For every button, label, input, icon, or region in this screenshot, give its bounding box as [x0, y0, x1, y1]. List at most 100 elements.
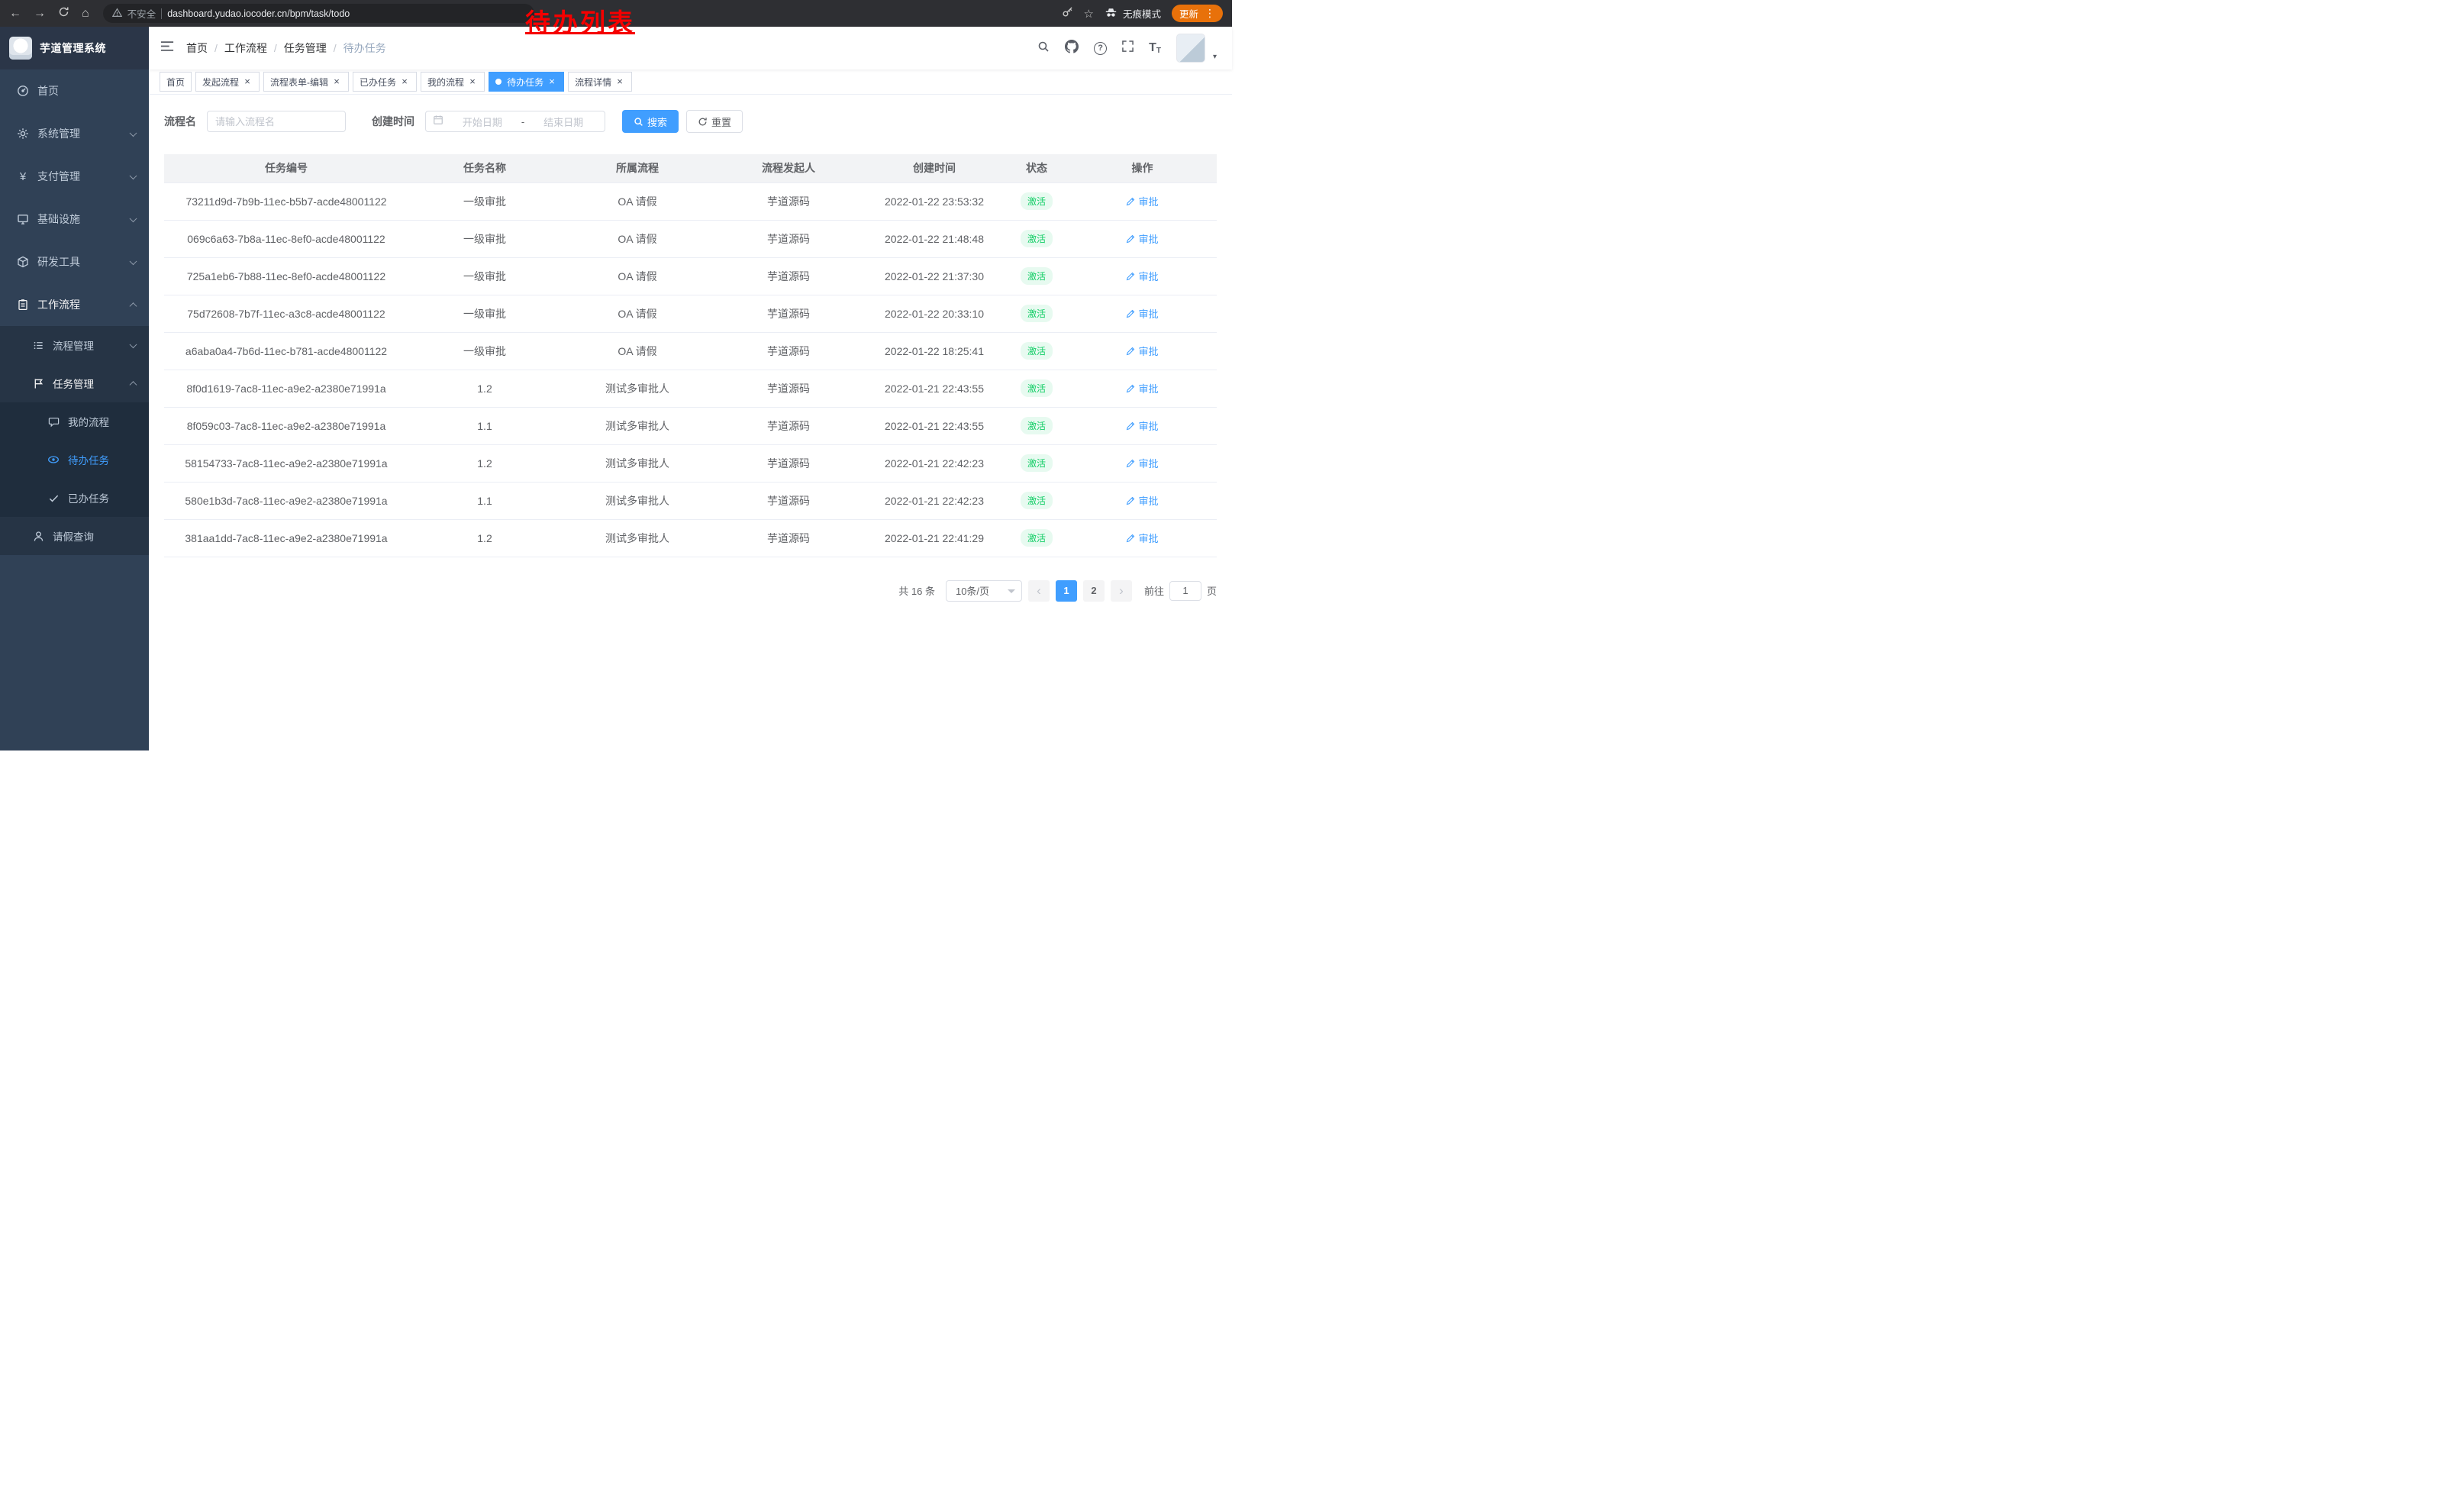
breadcrumb-current: 待办任务: [343, 40, 386, 56]
github-icon[interactable]: [1065, 40, 1079, 57]
incognito-badge: 无痕模式: [1105, 6, 1161, 21]
tab-label: 已办任务: [360, 76, 396, 89]
next-page-button[interactable]: [1111, 580, 1132, 602]
search-icon[interactable]: [1037, 40, 1050, 56]
cell-process: OA 请假: [561, 257, 714, 295]
chevron-down-icon: [130, 172, 137, 179]
sidebar-collapse-icon[interactable]: [160, 40, 174, 56]
cell-actions: 审批: [1068, 482, 1217, 519]
sidebar-item-my-processes[interactable]: 我的流程: [0, 402, 149, 441]
sidebar-item-task-mgmt[interactable]: 任务管理: [0, 364, 149, 402]
tab-form-editor[interactable]: 流程表单-编辑: [263, 72, 349, 92]
task-table-body: 73211d9d-7b9b-11ec-b5b7-acde48001122 一级审…: [164, 182, 1217, 557]
cell-actions: 审批: [1068, 220, 1217, 257]
table-row: 069c6a63-7b8a-11ec-8ef0-acde48001122 一级审…: [164, 220, 1217, 257]
close-icon[interactable]: [399, 76, 410, 87]
sidebar-item-devtools[interactable]: 研发工具: [0, 240, 149, 283]
reset-button[interactable]: 重置: [686, 110, 743, 133]
sidebar-item-done-tasks[interactable]: 已办任务: [0, 479, 149, 517]
cell-starter: 芋道源码: [714, 220, 863, 257]
yen-icon: ¥: [15, 169, 31, 183]
fullscreen-icon[interactable]: [1122, 40, 1134, 56]
close-icon[interactable]: [547, 76, 557, 87]
approve-link[interactable]: 审批: [1126, 269, 1158, 283]
process-name-input[interactable]: [207, 111, 346, 132]
sidebar-item-system[interactable]: 系统管理: [0, 112, 149, 155]
page-button-1[interactable]: 1: [1056, 580, 1077, 602]
update-button[interactable]: 更新 ⋮: [1172, 5, 1223, 22]
tab-done-tasks[interactable]: 已办任务: [353, 72, 417, 92]
tab-my-processes[interactable]: 我的流程: [421, 72, 485, 92]
close-icon[interactable]: [467, 76, 478, 87]
date-range-picker[interactable]: 开始日期 - 结束日期: [425, 111, 605, 132]
page-size-select[interactable]: 10条/页: [946, 580, 1022, 602]
close-icon[interactable]: [614, 76, 625, 87]
breadcrumb-home[interactable]: 首页: [186, 40, 208, 56]
col-actions: 操作: [1068, 154, 1217, 182]
browser-menu-icon[interactable]: ⋮: [1205, 7, 1215, 20]
cell-task-id: a6aba0a4-7b6d-11ec-b781-acde48001122: [164, 332, 408, 370]
sidebar-item-process-mgmt[interactable]: 流程管理: [0, 326, 149, 364]
approve-link[interactable]: 审批: [1126, 493, 1158, 508]
address-bar[interactable]: 不安全 dashboard.yudao.iocoder.cn/bpm/task/…: [103, 4, 534, 23]
sidebar-item-todo-tasks[interactable]: 待办任务: [0, 441, 149, 479]
tab-process-detail[interactable]: 流程详情: [568, 72, 632, 92]
approve-link[interactable]: 审批: [1126, 231, 1158, 246]
table-header-row: 任务编号 任务名称 所属流程 流程发起人 创建时间 状态 操作: [164, 154, 1217, 182]
search-button[interactable]: 搜索: [622, 110, 679, 133]
approve-link[interactable]: 审批: [1126, 418, 1158, 433]
approve-link[interactable]: 审批: [1126, 194, 1158, 208]
close-icon[interactable]: [242, 76, 253, 87]
prev-page-button[interactable]: [1028, 580, 1050, 602]
cell-create-time: 2022-01-22 21:48:48: [863, 220, 1005, 257]
tab-start-process[interactable]: 发起流程: [195, 72, 260, 92]
forward-icon[interactable]: →: [34, 8, 46, 20]
chevron-down-icon: [1008, 589, 1015, 597]
tab-todo-tasks[interactable]: 待办任务: [489, 72, 564, 92]
table-row: 73211d9d-7b9b-11ec-b5b7-acde48001122 一级审…: [164, 182, 1217, 220]
app-logo: 芋道管理系统: [0, 27, 149, 69]
sidebar-item-home[interactable]: 首页: [0, 69, 149, 112]
cell-status: 激活: [1005, 482, 1068, 519]
font-size-icon[interactable]: TT: [1149, 41, 1161, 55]
pencil-icon: [1126, 534, 1135, 543]
divider: [161, 8, 162, 19]
tab-home[interactable]: 首页: [160, 72, 192, 92]
cell-create-time: 2022-01-21 22:41:29: [863, 519, 1005, 557]
help-icon[interactable]: ?: [1094, 42, 1107, 55]
cell-starter: 芋道源码: [714, 482, 863, 519]
cell-create-time: 2022-01-21 22:43:55: [863, 407, 1005, 444]
goto-page-input[interactable]: [1169, 581, 1201, 601]
breadcrumb-task-mgmt[interactable]: 任务管理: [284, 40, 327, 56]
sidebar-item-payment[interactable]: ¥ 支付管理: [0, 155, 149, 198]
page-button-2[interactable]: 2: [1083, 580, 1105, 602]
refresh-icon[interactable]: [58, 6, 69, 21]
user-avatar[interactable]: [1176, 34, 1205, 63]
table-row: 8f0d1619-7ac8-11ec-a9e2-a2380e71991a 1.2…: [164, 370, 1217, 407]
cell-process: OA 请假: [561, 182, 714, 220]
cell-task-name: 一级审批: [408, 182, 561, 220]
cell-task-name: 1.2: [408, 444, 561, 482]
sidebar-item-leave-query[interactable]: 请假查询: [0, 517, 149, 555]
approve-label: 审批: [1138, 344, 1158, 358]
approve-link[interactable]: 审批: [1126, 531, 1158, 545]
range-separator: -: [521, 116, 524, 128]
approve-link[interactable]: 审批: [1126, 344, 1158, 358]
bookmark-star-icon[interactable]: ☆: [1084, 7, 1094, 21]
goto-suffix: 页: [1207, 583, 1217, 598]
close-icon[interactable]: [331, 76, 342, 87]
cell-task-id: 75d72608-7b7f-11ec-a3c8-acde48001122: [164, 295, 408, 332]
cell-actions: 审批: [1068, 407, 1217, 444]
key-icon[interactable]: [1062, 6, 1073, 21]
approve-link[interactable]: 审批: [1126, 306, 1158, 321]
approve-link[interactable]: 审批: [1126, 456, 1158, 470]
back-icon[interactable]: ←: [9, 8, 21, 20]
approve-label: 审批: [1138, 531, 1158, 545]
sidebar-item-infrastructure[interactable]: 基础设施: [0, 198, 149, 240]
approve-link[interactable]: 审批: [1126, 381, 1158, 395]
chevron-up-icon: [130, 381, 137, 389]
chevron-down-icon: [130, 129, 137, 137]
home-icon[interactable]: ⌂: [82, 8, 89, 20]
sidebar-item-workflow[interactable]: 工作流程: [0, 283, 149, 326]
breadcrumb-workflow[interactable]: 工作流程: [224, 40, 267, 56]
